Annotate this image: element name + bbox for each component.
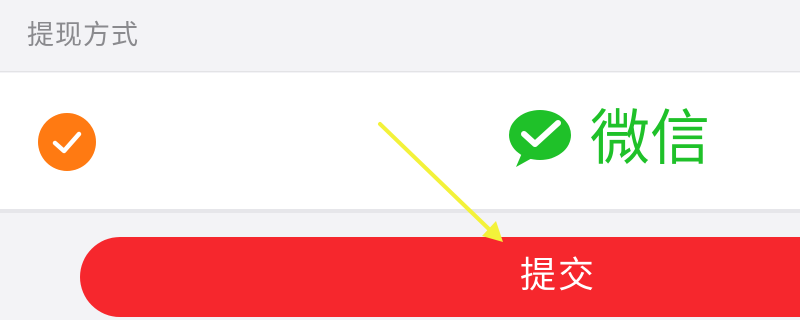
wechat-icon bbox=[506, 107, 578, 171]
selected-check-icon[interactable] bbox=[38, 113, 96, 171]
submit-button[interactable] bbox=[80, 237, 800, 317]
withdraw-screen: 提现方式 微信 提交 bbox=[0, 0, 800, 320]
section-title: 提现方式 bbox=[27, 20, 139, 51]
section-header: 提现方式 bbox=[0, 0, 800, 72]
divider bbox=[0, 209, 800, 213]
payment-method-option-wechat[interactable]: 微信 bbox=[0, 73, 800, 209]
payment-method-label: 微信 bbox=[590, 104, 710, 174]
submit-button-label: 提交 bbox=[520, 255, 597, 296]
